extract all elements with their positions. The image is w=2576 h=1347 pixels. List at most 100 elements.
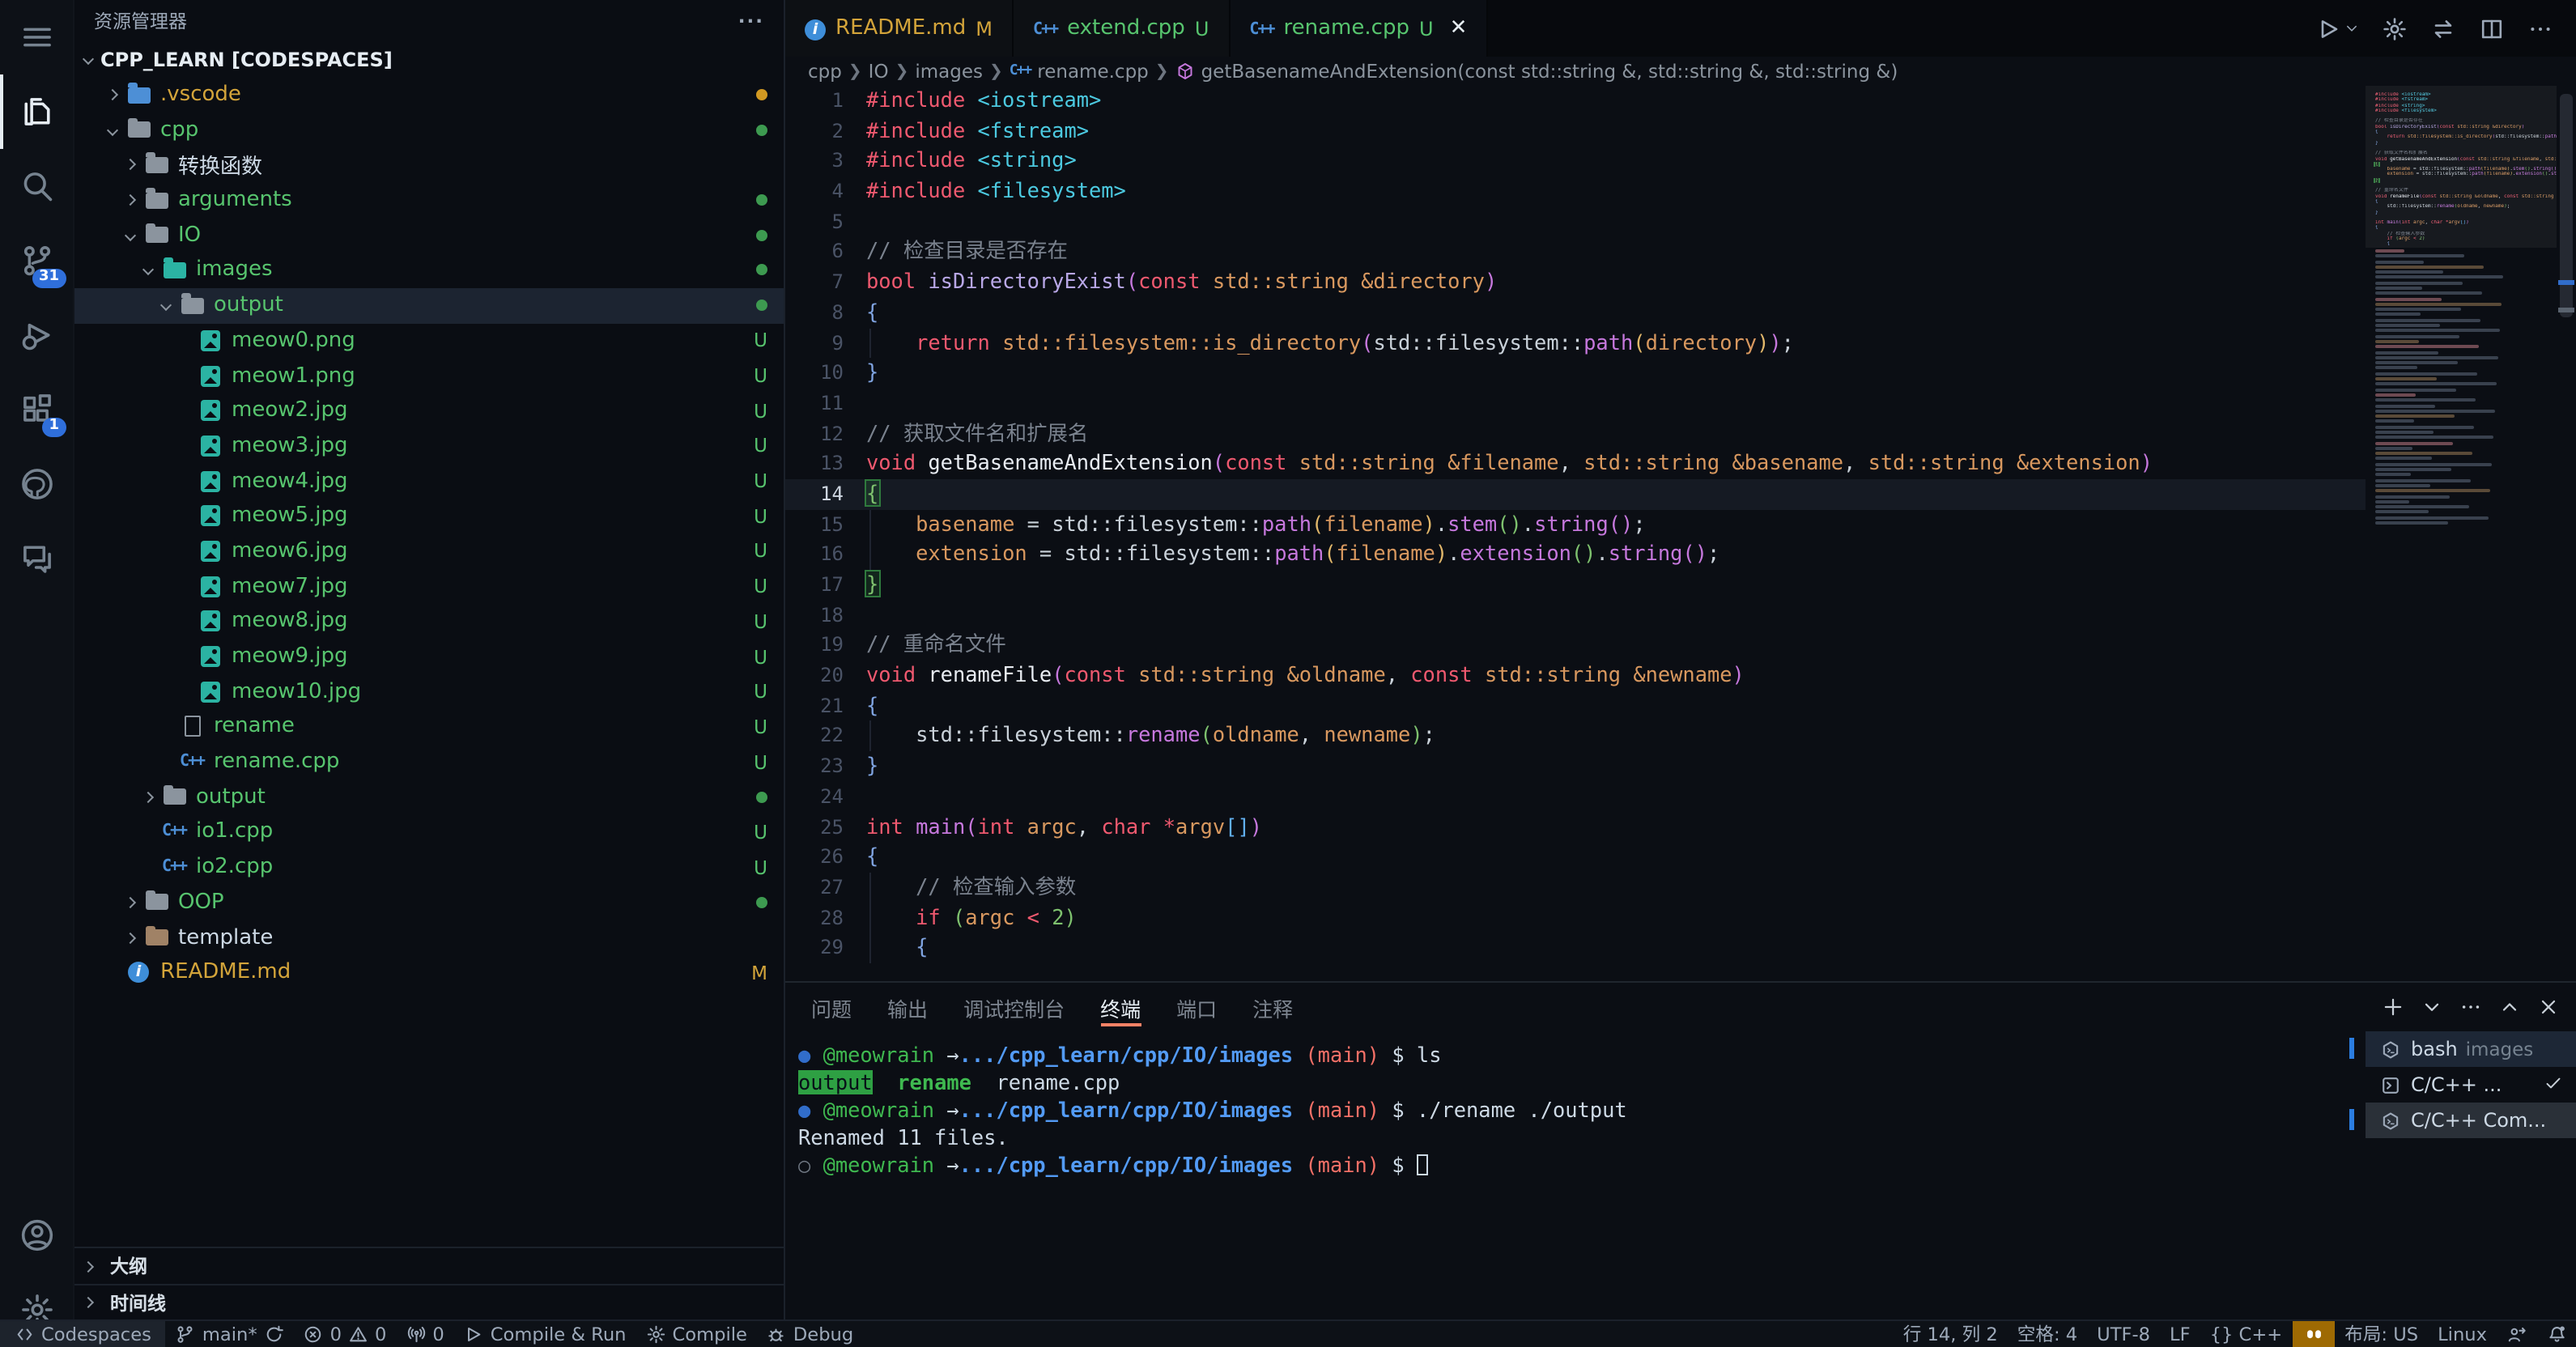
terminal-list-item-C_C___Com___[interactable]: C/C++ Com... — [2366, 1103, 2576, 1138]
close-icon[interactable] — [2537, 996, 2560, 1018]
github-icon[interactable] — [0, 447, 74, 521]
sidebar-section-大纲[interactable]: 大纲 — [74, 1248, 784, 1284]
tree-item-meow8.jpg[interactable]: meow8.jpgU — [74, 604, 784, 639]
tree-item-io1.cpp[interactable]: C++io1.cppU — [74, 814, 784, 849]
status-person[interactable] — [2497, 1321, 2536, 1347]
editor-tab-rename.cpp[interactable]: C++rename.cppU✕ — [1230, 0, 1488, 57]
breadcrumb-item[interactable]: getBasenameAndExtension(const std::strin… — [1175, 60, 1898, 83]
tree-item-output[interactable]: output — [74, 288, 784, 323]
explorer-more-icon[interactable]: ··· — [738, 10, 764, 32]
tree-item-meow10.jpg[interactable]: meow10.jpgU — [74, 674, 784, 709]
status-copilot[interactable] — [2292, 1321, 2335, 1347]
terminal-list-item-C_C______[interactable]: C/C++ ... — [2366, 1067, 2576, 1103]
minimap-viewport[interactable] — [2366, 86, 2557, 248]
status-lf[interactable]: LF — [2160, 1321, 2200, 1347]
status-compile[interactable]: Compile — [636, 1321, 757, 1347]
chevron-up-icon[interactable] — [2498, 996, 2521, 1018]
tree-item-meow5.jpg[interactable]: meow5.jpgU — [74, 499, 784, 533]
panel-tab-输出[interactable]: 输出 — [887, 983, 928, 1031]
line-number: 12 — [785, 419, 866, 448]
tree-item-meow1.png[interactable]: meow1.pngU — [74, 358, 784, 393]
tree-item-meow2.jpg[interactable]: meow2.jpgU — [74, 393, 784, 428]
status-compile-run[interactable]: Compile & Run — [454, 1321, 636, 1347]
minimap-line — [2375, 425, 2474, 428]
tree-item-output[interactable]: output — [74, 780, 784, 814]
sidebar-section-时间线[interactable]: 时间线 — [74, 1284, 784, 1319]
ellipsis-icon[interactable] — [2527, 15, 2553, 41]
tree-item-____[interactable]: 转换函数 — [74, 147, 784, 182]
status-0[interactable]: 00 — [294, 1321, 397, 1347]
ellipsis-icon[interactable] — [2459, 996, 2482, 1018]
minimap-line — [2375, 457, 2432, 461]
terminal-list-item-bash[interactable]: bashimages — [2366, 1031, 2576, 1067]
chevron-right-icon — [134, 793, 160, 801]
code-editor[interactable]: 1#include <iostream>2#include <fstream>3… — [785, 86, 2576, 981]
breadcrumb-item[interactable]: cpp — [808, 60, 842, 83]
tree-root[interactable]: CPP_LEARN [CODESPACES] — [74, 42, 784, 77]
extensions-icon[interactable]: 1 — [0, 372, 74, 447]
tree-item-IO[interactable]: IO — [74, 218, 784, 253]
status-布局-us[interactable]: 布局: US — [2335, 1321, 2428, 1347]
breadcrumb-item[interactable]: C++rename.cpp — [1010, 60, 1149, 83]
minimap[interactable]: #include <iostream>#include <fstream>#in… — [2366, 86, 2557, 981]
chevron-down-icon[interactable] — [2421, 996, 2443, 1018]
search-icon[interactable] — [0, 149, 74, 223]
editor-scrollbar[interactable] — [2557, 86, 2576, 981]
panel-tab-注释[interactable]: 注释 — [1252, 983, 1293, 1031]
status-main-[interactable]: main* — [166, 1321, 294, 1347]
status-行-14-列-2[interactable]: 行 14, 列 2 — [1894, 1321, 2008, 1347]
comments-icon[interactable] — [0, 521, 74, 596]
panel-tab-端口[interactable]: 端口 — [1176, 983, 1217, 1031]
status-bell[interactable] — [2536, 1321, 2576, 1347]
swap-icon[interactable] — [2430, 15, 2456, 41]
tree-item-io2.cpp[interactable]: C++io2.cppU — [74, 850, 784, 885]
tree-item-meow4.jpg[interactable]: meow4.jpgU — [74, 464, 784, 499]
git-status-badge: U — [754, 364, 767, 387]
status-0[interactable]: 0 — [396, 1321, 453, 1347]
tree-item-rename[interactable]: renameU — [74, 709, 784, 744]
tree-item-meow7.jpg[interactable]: meow7.jpgU — [74, 569, 784, 604]
gear-icon[interactable] — [2382, 15, 2408, 41]
image-file-icon — [200, 436, 219, 457]
status-utf-8[interactable]: UTF-8 — [2087, 1321, 2160, 1347]
status-空格-4[interactable]: 空格: 4 — [2008, 1321, 2087, 1347]
tree-item-template[interactable]: template — [74, 920, 784, 954]
tree-item-meow3.jpg[interactable]: meow3.jpgU — [74, 428, 784, 463]
tree-item-cpp[interactable]: cpp — [74, 113, 784, 147]
explorer-sidebar: 资源管理器 ··· CPP_LEARN [CODESPACES].vscodec… — [74, 0, 785, 1347]
code-area[interactable]: 1#include <iostream>2#include <fstream>3… — [785, 86, 2366, 981]
git-status-badge: U — [754, 540, 767, 563]
tree-item-README.md[interactable]: iREADME.mdM — [74, 955, 784, 990]
tree-item-meow6.jpg[interactable]: meow6.jpgU — [74, 533, 784, 568]
tree-item-arguments[interactable]: arguments — [74, 183, 784, 218]
files-icon[interactable] — [0, 74, 74, 149]
tree-item-rename.cpp[interactable]: C++rename.cppU — [74, 745, 784, 780]
tree-item-.vscode[interactable]: .vscode — [74, 77, 784, 112]
scm-icon[interactable]: 31 — [0, 223, 74, 298]
panel-tab-调试控制台[interactable]: 调试控制台 — [963, 983, 1065, 1031]
menu-icon[interactable] — [0, 0, 74, 74]
breadcrumb-item[interactable]: images — [915, 60, 983, 83]
status--c-[interactable]: {} C++ — [2200, 1321, 2293, 1347]
run-icon[interactable] — [2315, 15, 2359, 41]
tree-item-meow0.png[interactable]: meow0.pngU — [74, 323, 784, 358]
panel-tab-终端[interactable]: 终端 — [1100, 983, 1141, 1031]
status-codespaces[interactable]: Codespaces — [0, 1321, 166, 1347]
status-linux[interactable]: Linux — [2428, 1321, 2497, 1347]
panel-tab-问题[interactable]: 问题 — [811, 983, 852, 1031]
editor-tab-README.md[interactable]: iREADME.mdM — [785, 0, 1014, 57]
editor-tab-extend.cpp[interactable]: C++extend.cppU — [1014, 0, 1230, 57]
account-icon[interactable] — [0, 1198, 74, 1273]
breadcrumb-item[interactable]: IO — [869, 60, 889, 83]
status-debug[interactable]: Debug — [757, 1321, 863, 1347]
terminal[interactable]: ● @meowrain →.../cpp_learn/cpp/IO/images… — [785, 1031, 2366, 1347]
git-status-badge: M — [751, 961, 767, 984]
close-icon[interactable]: ✕ — [1450, 16, 1468, 40]
split-icon[interactable] — [2479, 15, 2505, 41]
plus-icon[interactable] — [2382, 996, 2404, 1018]
tree-item-meow9.jpg[interactable]: meow9.jpgU — [74, 639, 784, 674]
tree-item-images[interactable]: images — [74, 253, 784, 287]
debug-icon[interactable] — [0, 298, 74, 372]
image-file-icon — [200, 400, 219, 421]
tree-item-OOP[interactable]: OOP — [74, 885, 784, 920]
